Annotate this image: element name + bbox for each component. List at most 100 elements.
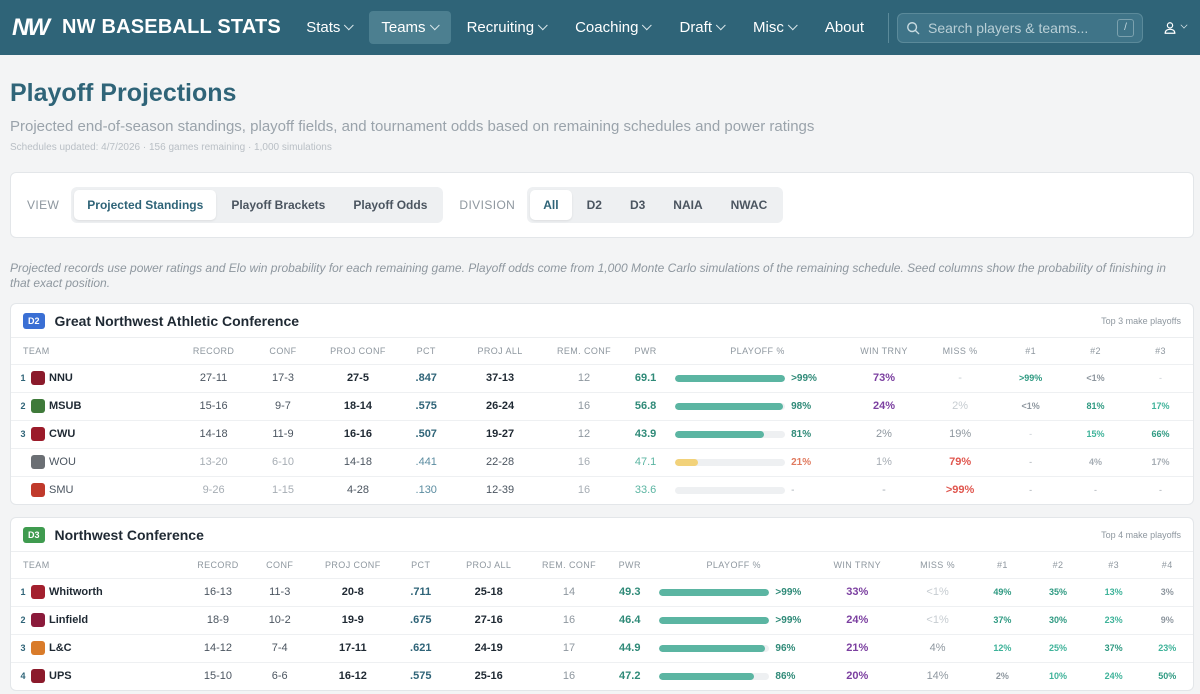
column-header-playoff[interactable]: PLAYOFF % <box>653 552 814 578</box>
column-header-record[interactable]: RECORD <box>186 552 250 578</box>
column-header-record[interactable]: RECORD <box>179 338 248 364</box>
playoff-bar-group: 96% <box>653 643 814 654</box>
column-header-conf[interactable]: CONF <box>250 552 310 578</box>
division-option-nwac[interactable]: NWAC <box>718 190 781 220</box>
table-row[interactable]: 3 CWU 14-18 11-9 16-16.507 19-27 12 43.9 81% 2% 19… <box>11 419 1193 448</box>
column-header-seed3[interactable]: #3 <box>1128 338 1193 364</box>
team-cell[interactable]: 1 Whitworth <box>11 577 187 606</box>
remaining-conf-cell: 14 <box>531 577 607 606</box>
column-header-pct[interactable]: PCT <box>398 338 454 364</box>
proj-all-cell: 24-19 <box>445 633 532 662</box>
seed-3-pct-cell: 23% <box>1085 605 1142 634</box>
brand[interactable]: NW NW BASEBALL STATS <box>12 14 294 42</box>
search-box[interactable]: / <box>897 12 1143 43</box>
table-row[interactable]: WOU 13-20 6-10 14-18.441 22-28 16 47.1 21% 1% 79%… <box>11 447 1193 476</box>
playoff-pct-cell: 86% <box>653 661 815 690</box>
nav-item-draft[interactable]: Draft <box>667 11 737 44</box>
column-header-rem-conf[interactable]: REM. CONF <box>546 338 622 364</box>
nav-divider <box>888 12 889 43</box>
nav-item-misc[interactable]: Misc <box>741 11 809 44</box>
conf-record-cell: 11-3 <box>249 577 310 606</box>
team-cell[interactable]: 2 Linfield <box>11 605 187 634</box>
chevron-down-icon <box>429 20 440 31</box>
column-header-rem-conf[interactable]: REM. CONF <box>532 552 606 578</box>
column-header-playoff[interactable]: PLAYOFF % <box>669 338 846 364</box>
division-option-all[interactable]: All <box>530 190 572 220</box>
nav-item-coaching[interactable]: Coaching <box>563 11 663 44</box>
column-header-seed4[interactable]: #4 <box>1141 552 1193 578</box>
site-name[interactable]: NW BASEBALL STATS <box>62 16 281 39</box>
playoff-bar-group: 21% <box>669 457 846 468</box>
miss-pct-cell: - <box>922 363 999 392</box>
table-row[interactable]: 4 UPS 15-10 6-6 16-12.575 25-16 16 47.2 86% 20% 14… <box>11 661 1193 690</box>
view-option-projected-standings[interactable]: Projected Standings <box>74 190 217 220</box>
column-header-miss[interactable]: MISS % <box>922 338 998 364</box>
column-header-pct[interactable]: PCT <box>396 552 445 578</box>
column-header-conf[interactable]: CONF <box>248 338 317 364</box>
column-header-pwr[interactable]: PWR <box>622 338 669 364</box>
division-option-d3[interactable]: D3 <box>617 190 658 220</box>
playoff-pct-cell: - <box>669 475 846 504</box>
view-option-playoff-brackets[interactable]: Playoff Brackets <box>218 190 338 220</box>
seed-3-pct-cell: 37% <box>1085 633 1142 662</box>
seed-number: 1 <box>20 372 26 383</box>
column-header-seed2[interactable]: #2 <box>1063 338 1128 364</box>
column-header-win-trny[interactable]: WIN TRNY <box>846 338 922 364</box>
team-cell[interactable]: SMU <box>11 475 179 504</box>
table-row[interactable]: 1 Whitworth 16-13 11-3 20-8.711 25-18 14 49.3 >9… <box>11 577 1193 606</box>
team-name: Linfield <box>49 614 89 626</box>
chevron-down-icon <box>787 20 798 31</box>
column-header-team[interactable]: TEAM <box>11 338 179 364</box>
miss-pct-cell: 4% <box>900 633 975 662</box>
column-header-seed2[interactable]: #2 <box>1030 552 1086 578</box>
page-subtitle: Projected end-of-season standings, playo… <box>10 118 815 135</box>
proj-conf-cell: 14-18 <box>317 447 399 476</box>
division-option-d2[interactable]: D2 <box>574 190 615 220</box>
column-header-seed1[interactable]: #1 <box>998 338 1063 364</box>
user-menu-button[interactable] <box>1163 21 1188 35</box>
column-header-seed1[interactable]: #1 <box>975 552 1031 578</box>
team-name: NNU <box>49 372 73 384</box>
column-header-proj-all[interactable]: PROJ ALL <box>445 552 531 578</box>
column-header-miss[interactable]: MISS % <box>901 552 975 578</box>
win-tournament-cell: - <box>845 475 923 504</box>
table-header-row: TEAM RECORD CONF PROJ CONF PCT PROJ ALL REM. C… <box>11 552 1193 578</box>
playoff-bar-fill <box>659 616 770 624</box>
team-cell[interactable]: 1 NNU <box>11 363 179 392</box>
site-logo[interactable]: NW <box>12 14 50 42</box>
table-row[interactable]: 2 MSUB 15-16 9-7 18-14.575 26-24 16 56.8 98% 24% 2… <box>11 391 1193 420</box>
seed-number: 3 <box>20 642 26 653</box>
playoff-bar-group: 81% <box>669 429 846 440</box>
seed-1-pct-cell: <1% <box>998 391 1064 420</box>
nav-item-stats[interactable]: Stats <box>294 11 365 44</box>
column-header-proj-conf[interactable]: PROJ CONF <box>318 338 399 364</box>
nav-item-recruiting[interactable]: Recruiting <box>455 11 560 44</box>
power-rating-cell: 49.3 <box>606 577 654 606</box>
playoff-bar <box>659 616 770 624</box>
view-option-playoff-odds[interactable]: Playoff Odds <box>340 190 440 220</box>
nav-item-teams[interactable]: Teams <box>369 11 451 44</box>
team-cell[interactable]: 2 MSUB <box>11 391 179 420</box>
team-cell[interactable]: 4 UPS <box>11 661 187 690</box>
chevron-down-icon <box>344 20 355 31</box>
nav-item-about[interactable]: About <box>813 11 876 44</box>
column-header-team[interactable]: TEAM <box>11 552 186 578</box>
playoff-bar-group: - <box>669 485 846 496</box>
team-cell[interactable]: WOU <box>11 447 179 476</box>
team-cell[interactable]: 3 CWU <box>11 419 179 448</box>
table-row[interactable]: 3 L&C 14-12 7-4 17-11.621 24-19 17 44.9 96% 21% 4%… <box>11 633 1193 662</box>
division-toggle: All D2 D3 NAIA NWAC <box>527 187 784 223</box>
column-header-proj-conf[interactable]: PROJ CONF <box>310 552 396 578</box>
column-header-win-trny[interactable]: WIN TRNY <box>814 552 900 578</box>
table-row[interactable]: SMU 9-26 1-15 4-28.130 12-39 16 33.6- - >99% - - - <box>11 475 1193 504</box>
nav-item-label: Teams <box>381 19 426 36</box>
table-row[interactable]: 2 Linfield 18-9 10-2 19-9.675 27-16 16 46.4 >99%… <box>11 605 1193 634</box>
table-row[interactable]: 1 NNU 27-11 17-3 27-5.847 37-13 12 69.1 >99% 73% -… <box>11 363 1193 392</box>
team-cell[interactable]: 3 L&C <box>11 633 187 662</box>
column-header-seed3[interactable]: #3 <box>1086 552 1142 578</box>
division-option-naia[interactable]: NAIA <box>660 190 715 220</box>
search-input[interactable] <box>928 19 1109 36</box>
column-header-proj-all[interactable]: PROJ ALL <box>454 338 546 364</box>
playoff-cutoff-note: Top 4 make playoffs <box>1101 529 1181 540</box>
column-header-pwr[interactable]: PWR <box>606 552 653 578</box>
